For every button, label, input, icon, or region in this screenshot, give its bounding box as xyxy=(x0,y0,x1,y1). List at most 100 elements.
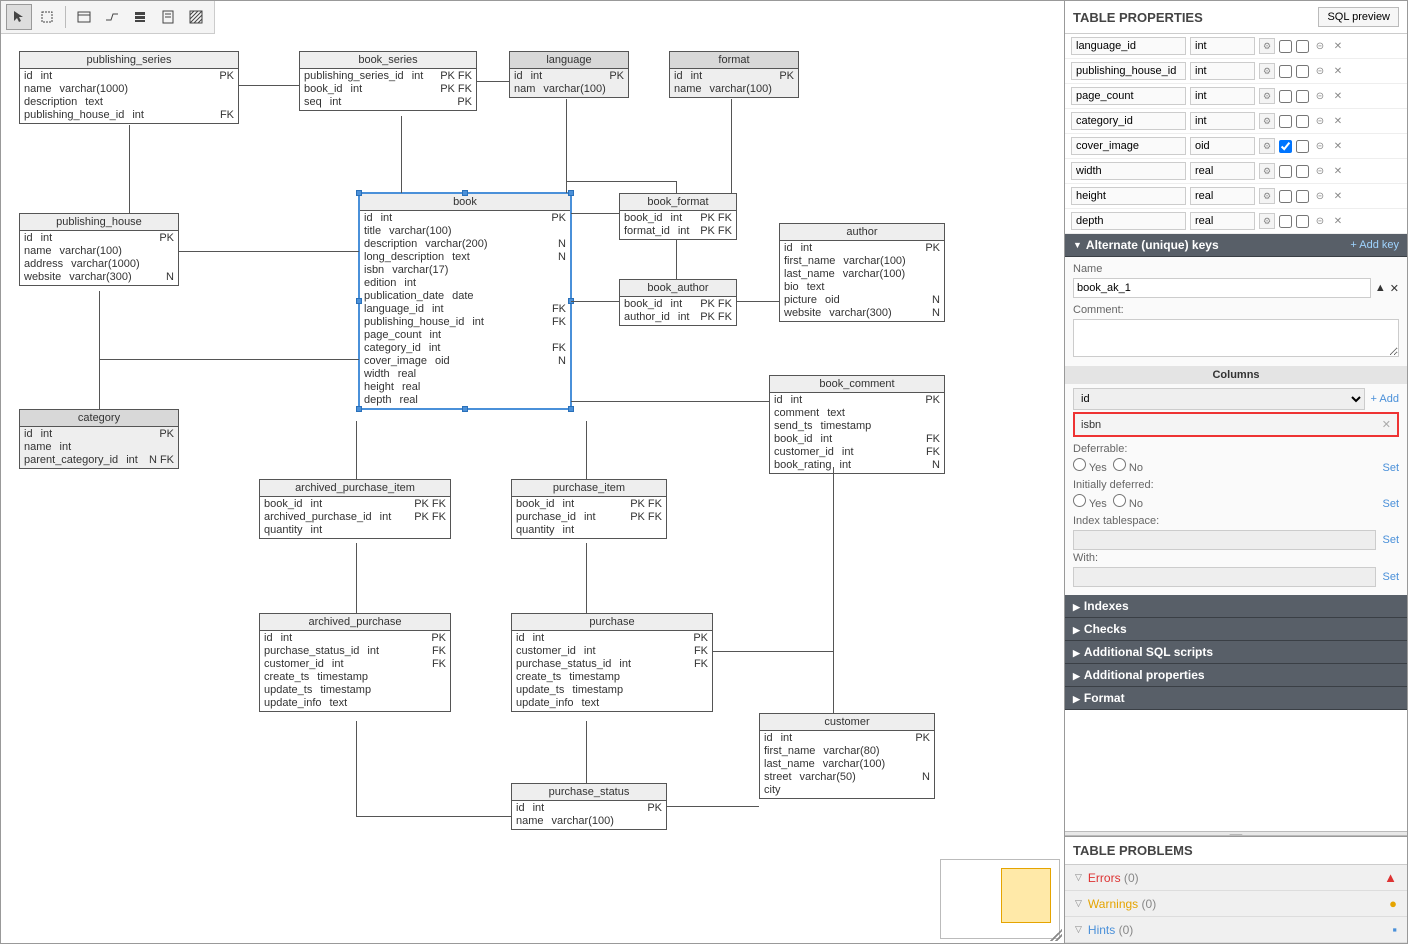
column-pk-check[interactable] xyxy=(1296,215,1309,228)
column-nullable-check[interactable] xyxy=(1279,40,1292,53)
column-nullable-check[interactable] xyxy=(1279,190,1292,203)
gear-icon[interactable]: ⚙ xyxy=(1259,213,1275,229)
column-pk-check[interactable] xyxy=(1296,165,1309,178)
column-nullable-check[interactable] xyxy=(1279,115,1292,128)
section-checks[interactable]: ▶Checks xyxy=(1065,618,1407,641)
column-type-input[interactable] xyxy=(1190,37,1255,55)
gear-icon[interactable]: ⚙ xyxy=(1259,63,1275,79)
entity-book_format[interactable]: book_formatbook_idintPK FKformat_idintPK… xyxy=(619,193,737,240)
entity-purchase[interactable]: purchaseidintPKcustomer_idintFKpurchase_… xyxy=(511,613,713,712)
remove-icon[interactable]: ✕ xyxy=(1390,282,1399,295)
entity-archived_purchase[interactable]: archived_purchaseidintPKpurchase_status_… xyxy=(259,613,451,712)
erd-canvas[interactable]: publishing_seriesidintPKnamevarchar(1000… xyxy=(1,1,1064,943)
initially-set[interactable]: Set xyxy=(1382,498,1399,510)
column-type-input[interactable] xyxy=(1190,62,1255,80)
entity-language[interactable]: languageidintPKnamvarchar(100) xyxy=(509,51,629,98)
tool-pattern[interactable] xyxy=(183,4,209,30)
ak-name-input[interactable] xyxy=(1073,278,1371,298)
initially-yes[interactable] xyxy=(1073,494,1086,507)
remove-icon[interactable]: ✕ xyxy=(1331,166,1345,177)
column-nullable-check[interactable] xyxy=(1279,90,1292,103)
deferrable-set[interactable]: Set xyxy=(1382,462,1399,474)
column-name-input[interactable] xyxy=(1071,212,1186,230)
remove-icon[interactable]: ✕ xyxy=(1331,141,1345,152)
entity-purchase_status[interactable]: purchase_statusidintPKnamevarchar(100) xyxy=(511,783,667,830)
add-key-link[interactable]: + Add key xyxy=(1350,239,1399,251)
entity-purchase_item[interactable]: purchase_itembook_idintPK FKpurchase_idi… xyxy=(511,479,667,539)
entity-publishing_series[interactable]: publishing_seriesidintPKnamevarchar(1000… xyxy=(19,51,239,124)
section-indexes[interactable]: ▶Indexes xyxy=(1065,595,1407,618)
dropdown-icon[interactable]: ⊝ xyxy=(1313,116,1327,127)
deferrable-no[interactable] xyxy=(1113,458,1126,471)
collapse-icon[interactable]: ▲ xyxy=(1375,282,1386,294)
entity-book_series[interactable]: book_seriespublishing_series_idintPK FKb… xyxy=(299,51,477,111)
column-pk-check[interactable] xyxy=(1296,90,1309,103)
column-name-input[interactable] xyxy=(1071,87,1186,105)
dropdown-icon[interactable]: ⊝ xyxy=(1313,166,1327,177)
column-name-input[interactable] xyxy=(1071,37,1186,55)
column-type-input[interactable] xyxy=(1190,87,1255,105)
column-name-input[interactable] xyxy=(1071,187,1186,205)
entity-format[interactable]: formatidintPKnamevarchar(100) xyxy=(669,51,799,98)
dropdown-icon[interactable]: ⊝ xyxy=(1313,191,1327,202)
remove-column-icon[interactable]: ✕ xyxy=(1382,418,1391,431)
gear-icon[interactable]: ⚙ xyxy=(1259,113,1275,129)
dropdown-icon[interactable]: ⊝ xyxy=(1313,91,1327,102)
tool-pointer[interactable] xyxy=(6,4,32,30)
column-type-input[interactable] xyxy=(1190,162,1255,180)
remove-icon[interactable]: ✕ xyxy=(1331,41,1345,52)
column-nullable-check[interactable] xyxy=(1279,215,1292,228)
ak-column-select[interactable]: id xyxy=(1073,388,1365,410)
column-pk-check[interactable] xyxy=(1296,190,1309,203)
problems-errors[interactable]: ▽ Errors (0) ▲ xyxy=(1065,865,1407,891)
tool-note[interactable] xyxy=(155,4,181,30)
column-pk-check[interactable] xyxy=(1296,140,1309,153)
column-name-input[interactable] xyxy=(1071,112,1186,130)
add-column-link[interactable]: + Add xyxy=(1371,393,1399,405)
gear-icon[interactable]: ⚙ xyxy=(1259,38,1275,54)
initially-no[interactable] xyxy=(1113,494,1126,507)
entity-author[interactable]: authoridintPKfirst_namevarchar(100)last_… xyxy=(779,223,945,322)
section-format[interactable]: ▶Format xyxy=(1065,687,1407,710)
column-nullable-check[interactable] xyxy=(1279,140,1292,153)
ak-selected-column[interactable]: isbn ✕ xyxy=(1073,412,1399,437)
entity-archived_purchase_item[interactable]: archived_purchase_itembook_idintPK FKarc… xyxy=(259,479,451,539)
column-pk-check[interactable] xyxy=(1296,65,1309,78)
tool-table[interactable] xyxy=(71,4,97,30)
gear-icon[interactable]: ⚙ xyxy=(1259,188,1275,204)
section-alternate-keys[interactable]: ▼ Alternate (unique) keys + Add key xyxy=(1065,234,1407,257)
column-name-input[interactable] xyxy=(1071,137,1186,155)
deferrable-yes[interactable] xyxy=(1073,458,1086,471)
column-type-input[interactable] xyxy=(1190,212,1255,230)
dropdown-icon[interactable]: ⊝ xyxy=(1313,41,1327,52)
canvas-resize-handle[interactable] xyxy=(1050,929,1062,941)
tool-marquee[interactable] xyxy=(34,4,60,30)
gear-icon[interactable]: ⚙ xyxy=(1259,138,1275,154)
section-additional-properties[interactable]: ▶Additional properties xyxy=(1065,664,1407,687)
minimap[interactable] xyxy=(940,859,1060,939)
remove-icon[interactable]: ✕ xyxy=(1331,116,1345,127)
ak-comment-input[interactable] xyxy=(1073,319,1399,357)
column-type-input[interactable] xyxy=(1190,187,1255,205)
tool-relation[interactable] xyxy=(99,4,125,30)
section-additional-sql-scripts[interactable]: ▶Additional SQL scripts xyxy=(1065,641,1407,664)
entity-category[interactable]: categoryidintPKnameintparent_category_id… xyxy=(19,409,179,469)
column-pk-check[interactable] xyxy=(1296,115,1309,128)
gear-icon[interactable]: ⚙ xyxy=(1259,163,1275,179)
problems-hints[interactable]: ▽ Hints (0) ▪ xyxy=(1065,917,1407,943)
entity-book[interactable]: bookidintPKtitlevarchar(100)descriptionv… xyxy=(359,193,571,409)
sql-preview-button[interactable]: SQL preview xyxy=(1318,7,1399,27)
tool-list[interactable] xyxy=(127,4,153,30)
remove-icon[interactable]: ✕ xyxy=(1331,216,1345,227)
problems-warnings[interactable]: ▽ Warnings (0) ● xyxy=(1065,891,1407,917)
entity-customer[interactable]: customeridintPKfirst_namevarchar(80)last… xyxy=(759,713,935,799)
index-tablespace-input[interactable] xyxy=(1073,530,1376,550)
entity-publishing_house[interactable]: publishing_houseidintPKnamevarchar(100)a… xyxy=(19,213,179,286)
column-name-input[interactable] xyxy=(1071,62,1186,80)
dropdown-icon[interactable]: ⊝ xyxy=(1313,66,1327,77)
column-nullable-check[interactable] xyxy=(1279,65,1292,78)
column-pk-check[interactable] xyxy=(1296,40,1309,53)
column-type-input[interactable] xyxy=(1190,137,1255,155)
remove-icon[interactable]: ✕ xyxy=(1331,91,1345,102)
entity-book_comment[interactable]: book_commentidintPKcommenttextsend_tstim… xyxy=(769,375,945,474)
